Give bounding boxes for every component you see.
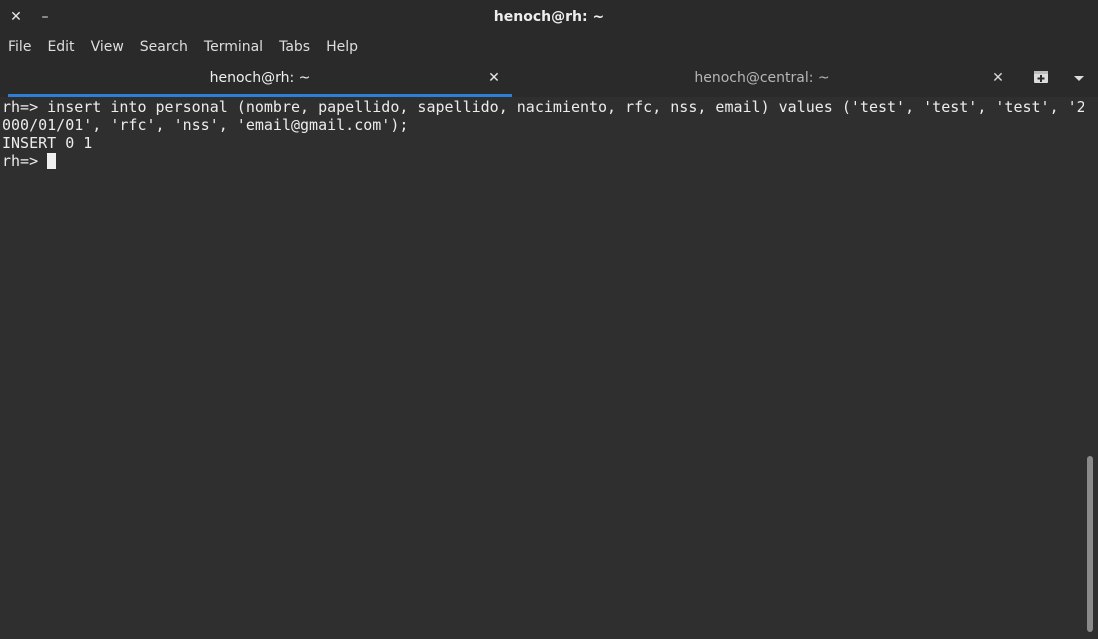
tab-bar: henoch@rh: ~ ✕ henoch@central: ~ ✕ [0, 60, 1098, 97]
menu-tabs[interactable]: Tabs [271, 34, 318, 60]
tab-label: henoch@rh: ~ [209, 70, 311, 86]
tab-close-button[interactable]: ✕ [988, 68, 1008, 88]
menu-search[interactable]: Search [132, 34, 196, 60]
scrollbar-thumb[interactable] [1087, 456, 1093, 632]
text-cursor [47, 153, 57, 169]
tab-henoch-rh[interactable]: henoch@rh: ~ ✕ [8, 60, 512, 97]
terminal-line: rh=> insert into personal (nombre, papel… [2, 98, 1086, 116]
new-tab-icon [1034, 71, 1048, 83]
tab-henoch-central[interactable]: henoch@central: ~ ✕ [512, 60, 1012, 97]
terminal-prompt-line: rh=> [2, 152, 57, 170]
vertical-scrollbar[interactable] [1084, 97, 1098, 639]
terminal-line: INSERT 0 1 [2, 134, 93, 152]
menu-terminal[interactable]: Terminal [196, 34, 271, 60]
tab-close-button[interactable]: ✕ [484, 68, 504, 88]
new-tab-button[interactable] [1030, 68, 1052, 88]
menu-view[interactable]: View [83, 34, 132, 60]
menu-file[interactable]: File [0, 34, 39, 60]
title-bar: ✕ – henoch@rh: ~ [0, 0, 1098, 34]
terminal-prompt: rh=> [2, 152, 48, 170]
tabs-menu-button[interactable] [1068, 68, 1090, 88]
menu-help[interactable]: Help [318, 34, 366, 60]
terminal-window: ✕ – henoch@rh: ~ File Edit View Search T… [0, 0, 1098, 639]
menu-edit[interactable]: Edit [39, 34, 82, 60]
window-title: henoch@rh: ~ [493, 9, 605, 25]
terminal-line: 000/01/01', 'rfc', 'nss', 'email@gmail.c… [2, 116, 409, 134]
menu-bar: File Edit View Search Terminal Tabs Help [0, 34, 1098, 60]
terminal-output[interactable]: rh=> insert into personal (nombre, papel… [0, 97, 1086, 639]
tab-label: henoch@central: ~ [694, 70, 830, 86]
chevron-down-icon [1074, 76, 1084, 81]
